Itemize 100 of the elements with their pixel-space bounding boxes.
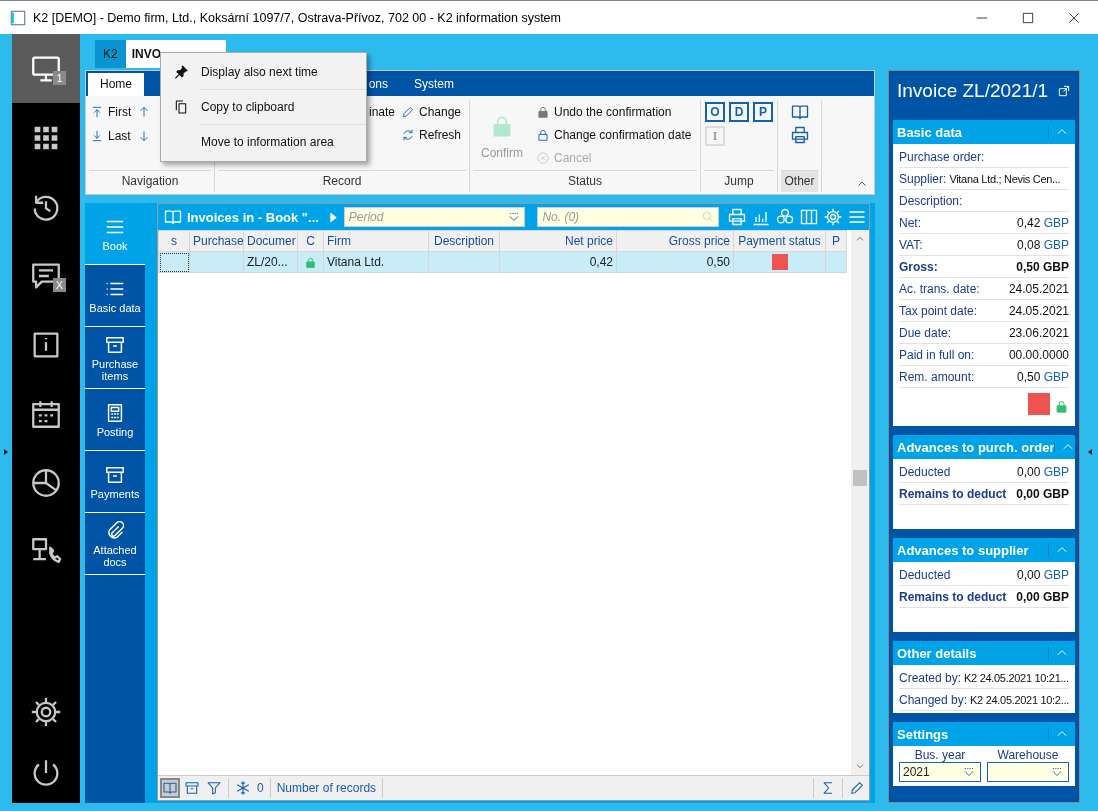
dropdown-icon	[962, 765, 976, 779]
section-title: Basic data	[897, 124, 963, 140]
settings-icon[interactable]	[823, 207, 843, 227]
field-label: Rem. amount:	[899, 369, 975, 384]
group-label: Navigation	[89, 170, 211, 192]
field-value: K2 24.05.2021 10:21...	[964, 671, 1069, 684]
column-header[interactable]: Description	[428, 230, 500, 252]
jump-button[interactable]: P	[753, 102, 773, 122]
panel-title: Invoice ZL/2021/1	[897, 80, 1049, 102]
badge: 1	[53, 71, 66, 85]
column-header[interactable]: Net price	[499, 230, 617, 252]
window-title: K2 [DEMO] - Demo firm, Ltd., Koksární 1097/7, Ostrava-Přívoz, 702 00 - K2 information system	[33, 10, 562, 25]
popout-icon[interactable]	[1057, 84, 1071, 98]
section-title: Settings	[897, 726, 949, 742]
column-header[interactable]: Payment status	[733, 230, 826, 252]
group-label: Other	[781, 170, 818, 192]
side-nav-item[interactable]: Basic data	[85, 265, 145, 327]
field-label: Due date:	[899, 325, 952, 340]
menu-item[interactable]: Copy to clipboard	[201, 90, 366, 125]
field-value: 24.05.2021	[1008, 281, 1069, 296]
field-label: Purchase order:	[899, 149, 985, 164]
column-header[interactable]: C	[297, 230, 324, 252]
document-tab[interactable]: K2	[95, 40, 126, 68]
ribbon-button[interactable]: Last	[90, 126, 131, 146]
number-field[interactable]: No. (0)	[537, 207, 719, 227]
field-label: Supplier:	[899, 171, 947, 186]
column-header[interactable]: Firm	[323, 230, 429, 252]
last-arrow-icon	[90, 129, 104, 143]
field-value: 0,00 GBP	[1016, 464, 1069, 479]
group-label: Record	[218, 170, 466, 192]
field-value: 0,00 GBP	[1016, 589, 1069, 604]
column-header[interactable]: Purchase	[189, 230, 244, 252]
record-count-label: Number of records	[276, 781, 377, 795]
field-label: Tax point date:	[899, 303, 978, 318]
group-label: Status	[473, 170, 697, 192]
side-nav-item[interactable]: Payments	[85, 451, 145, 513]
scrollbar[interactable]	[851, 230, 869, 775]
copy-icon	[173, 99, 189, 115]
field-label: Gross:	[899, 259, 938, 274]
table-row[interactable]: ZL/20... Vitana Ltd. 0,42 0,50	[158, 251, 847, 273]
field-value: 24.05.2021	[1008, 303, 1069, 318]
field-value: 0,00 GBP	[1016, 567, 1069, 582]
field-label: Remains to deduct	[899, 589, 1007, 604]
field-label: Deducted	[899, 464, 951, 479]
app-icon	[9, 8, 27, 27]
lock-icon	[536, 128, 550, 142]
jump-button[interactable]: O	[705, 102, 725, 122]
side-nav-item[interactable]: Attached docs	[85, 513, 145, 575]
scroll-thumb[interactable]	[853, 470, 867, 486]
dropdown-field[interactable]	[987, 762, 1069, 782]
field-value: K2 24.05.2021 10:2...	[970, 693, 1069, 706]
cancel-icon	[536, 151, 550, 165]
field-label: Description:	[899, 193, 963, 208]
column-header[interactable]: Documer	[243, 230, 298, 252]
column-header[interactable]: s	[158, 230, 190, 252]
table-title: Invoices in - Book "...	[187, 209, 320, 225]
ribbon-button[interactable]: First	[90, 102, 132, 122]
ribbon-tab[interactable]: Home	[88, 73, 144, 96]
print-icon[interactable]	[727, 207, 747, 227]
group-label: Jump	[704, 170, 774, 192]
ribbon-tab[interactable]: System	[402, 73, 467, 96]
first-arrow-icon	[90, 105, 104, 119]
menu-item[interactable]: Display also next time	[201, 55, 366, 90]
ribbon-button[interactable]: Refresh	[401, 125, 462, 145]
column-header[interactable]: P	[825, 230, 847, 252]
record-count: 0	[257, 781, 264, 795]
pin-icon	[173, 64, 189, 80]
field-value: 0,42 GBP	[1016, 215, 1069, 230]
side-nav-item[interactable]: Posting	[85, 389, 145, 451]
field-label: Remains to deduct	[899, 486, 1007, 501]
field-value: 23.06.2021	[1008, 325, 1069, 340]
field-label: Deducted	[899, 567, 951, 582]
field-value: 0,50 GBP	[1016, 259, 1069, 274]
field-value: 00.00.0000	[1008, 347, 1069, 362]
lock-icon	[536, 105, 550, 119]
section-title: Other details	[897, 645, 977, 661]
menu-item[interactable]: Move to information area	[201, 125, 366, 159]
field-label: Created by:	[899, 670, 962, 685]
ribbon-button[interactable]: inate	[368, 102, 395, 122]
ribbon-button[interactable]: Change confirmation date	[536, 125, 692, 145]
side-nav-item[interactable]: Purchase items	[85, 327, 145, 389]
snowflake-icon[interactable]	[235, 780, 251, 796]
pencil-icon[interactable]	[849, 780, 865, 796]
field-value: Vitana Ltd.; Nevis Cen...	[949, 172, 1061, 185]
filter-icon[interactable]	[206, 780, 222, 796]
ribbon-button[interactable]: Undo the confirmation	[536, 102, 692, 122]
book-icon[interactable]	[162, 780, 178, 796]
ribbon-button[interactable]: Change	[401, 102, 462, 122]
period-field[interactable]: Period	[343, 207, 526, 227]
print-icon[interactable]	[789, 125, 810, 145]
field-label: Warehouse	[997, 748, 1059, 762]
field-value: 0,08 GBP	[1016, 237, 1069, 252]
box-icon[interactable]	[184, 780, 200, 796]
column-header[interactable]: Gross price	[616, 230, 734, 252]
dropdown-field[interactable]: 2021	[899, 762, 981, 782]
field-label: Ac. trans. date:	[899, 281, 980, 296]
columns-icon[interactable]	[799, 207, 819, 227]
jump-button[interactable]: D	[729, 102, 749, 122]
field-label: VAT:	[899, 237, 923, 252]
section-title: Advances to supplier	[897, 542, 1029, 558]
